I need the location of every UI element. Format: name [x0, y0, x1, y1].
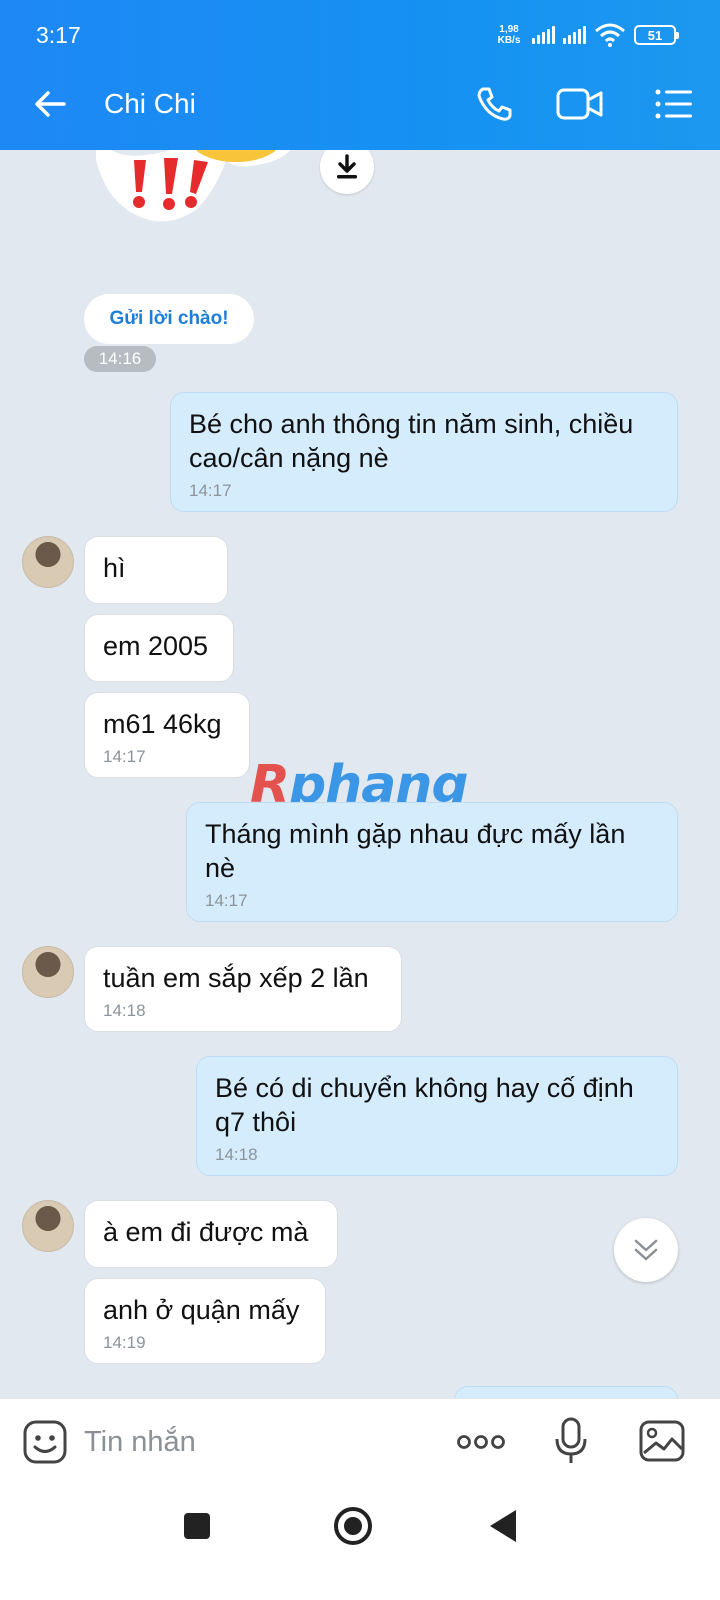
- message-time: 14:18: [215, 1145, 258, 1164]
- message-text: tuần em sắp xếp 2 lần: [103, 963, 369, 993]
- message-bubble-incoming[interactable]: à em đi được mà: [84, 1200, 338, 1268]
- message-text: hì: [103, 553, 126, 583]
- message-text: m61 46kg: [103, 709, 222, 739]
- download-icon: [337, 154, 357, 179]
- phone-icon[interactable]: [474, 84, 514, 124]
- double-chevron-down-icon: [634, 1239, 658, 1261]
- contact-avatar[interactable]: [22, 946, 74, 998]
- hello-sticker: [96, 150, 291, 222]
- back-arrow-icon[interactable]: [30, 84, 70, 124]
- message-list[interactable]: Gửi lời chào! 14:16 Bé cho anh thông tin…: [0, 150, 720, 1425]
- message-text: anh ở quận mấy: [103, 1295, 300, 1325]
- status-icons: 1,98 KB/s 51: [494, 20, 679, 50]
- message-bubble-incoming[interactable]: hì: [84, 536, 228, 604]
- more-options-icon[interactable]: [456, 1429, 506, 1455]
- message-text: Tháng mình gặp nhau đực mấy lần nè: [205, 819, 626, 883]
- message-text: Bé có di chuyển không hay cố định q7 thô…: [215, 1073, 634, 1137]
- send-greeting-button[interactable]: Gửi lời chào!: [84, 294, 254, 344]
- video-camera-icon[interactable]: [556, 86, 604, 122]
- recent-apps-icon[interactable]: [184, 1513, 210, 1539]
- message-time: 14:18: [103, 1001, 146, 1020]
- contact-avatar[interactable]: [22, 536, 74, 588]
- message-bubble-outgoing[interactable]: Bé có di chuyển không hay cố định q7 thô…: [196, 1056, 678, 1176]
- image-gallery-icon[interactable]: [638, 1419, 686, 1463]
- chat-header: 3:17 1,98 KB/s 51 Chi Chi: [0, 0, 720, 150]
- status-time: 3:17: [36, 22, 81, 48]
- network-speed: 1,98 KB/s: [497, 24, 521, 46]
- message-composer: [0, 1398, 720, 1484]
- home-icon[interactable]: [334, 1507, 372, 1545]
- message-time: 14:17: [189, 481, 232, 500]
- signal-icon: [532, 26, 555, 44]
- message-bubble-outgoing[interactable]: Tháng mình gặp nhau đực mấy lần nè 14:17: [186, 802, 678, 922]
- message-time: 14:17: [103, 747, 146, 766]
- battery-icon: 51: [634, 25, 679, 45]
- message-time: 14:19: [103, 1333, 146, 1352]
- signal-icon: [563, 26, 586, 44]
- message-bubble-incoming[interactable]: tuần em sắp xếp 2 lần 14:18: [84, 946, 402, 1032]
- microphone-icon[interactable]: [554, 1417, 588, 1465]
- message-bubble-incoming[interactable]: em 2005: [84, 614, 234, 682]
- message-bubble-outgoing[interactable]: Bé cho anh thông tin năm sinh, chiều cao…: [170, 392, 678, 512]
- wifi-icon: [595, 23, 625, 47]
- system-back-icon[interactable]: [490, 1510, 516, 1542]
- system-navigation-bar: [0, 1484, 720, 1600]
- message-text: Bé cho anh thông tin năm sinh, chiều cao…: [189, 409, 634, 473]
- message-text: à em đi được mà: [103, 1217, 309, 1247]
- message-bubble-incoming[interactable]: anh ở quận mấy 14:19: [84, 1278, 326, 1364]
- emoji-sticker-icon[interactable]: [22, 1419, 68, 1465]
- menu-list-icon[interactable]: [654, 86, 694, 122]
- chat-title[interactable]: Chi Chi: [104, 88, 196, 120]
- message-time: 14:17: [205, 891, 248, 910]
- message-bubble-incoming[interactable]: m61 46kg 14:17: [84, 692, 250, 778]
- download-button[interactable]: [320, 150, 374, 194]
- contact-avatar[interactable]: [22, 1200, 74, 1252]
- message-input[interactable]: [84, 1421, 424, 1463]
- scroll-to-bottom-button[interactable]: [614, 1218, 678, 1282]
- timestamp-pill: 14:16: [84, 346, 156, 372]
- message-text: em 2005: [103, 631, 209, 661]
